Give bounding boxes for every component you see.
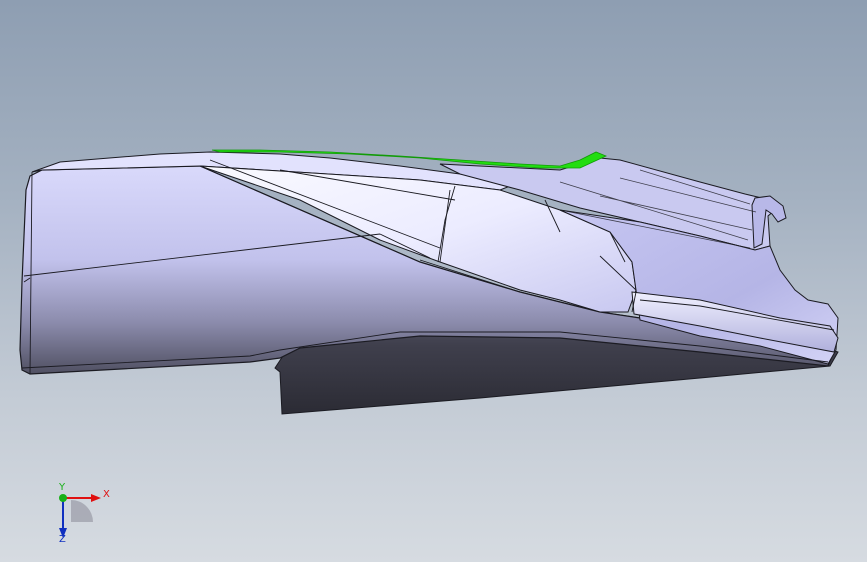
y-axis-label: Y	[58, 482, 66, 493]
x-axis-label: X	[103, 489, 110, 500]
z-axis-label: Z	[59, 534, 66, 545]
axis-triad: X Z Y	[58, 482, 110, 545]
graphics-viewport[interactable]: X Z Y	[0, 0, 867, 562]
cad-model[interactable]	[0, 0, 867, 562]
